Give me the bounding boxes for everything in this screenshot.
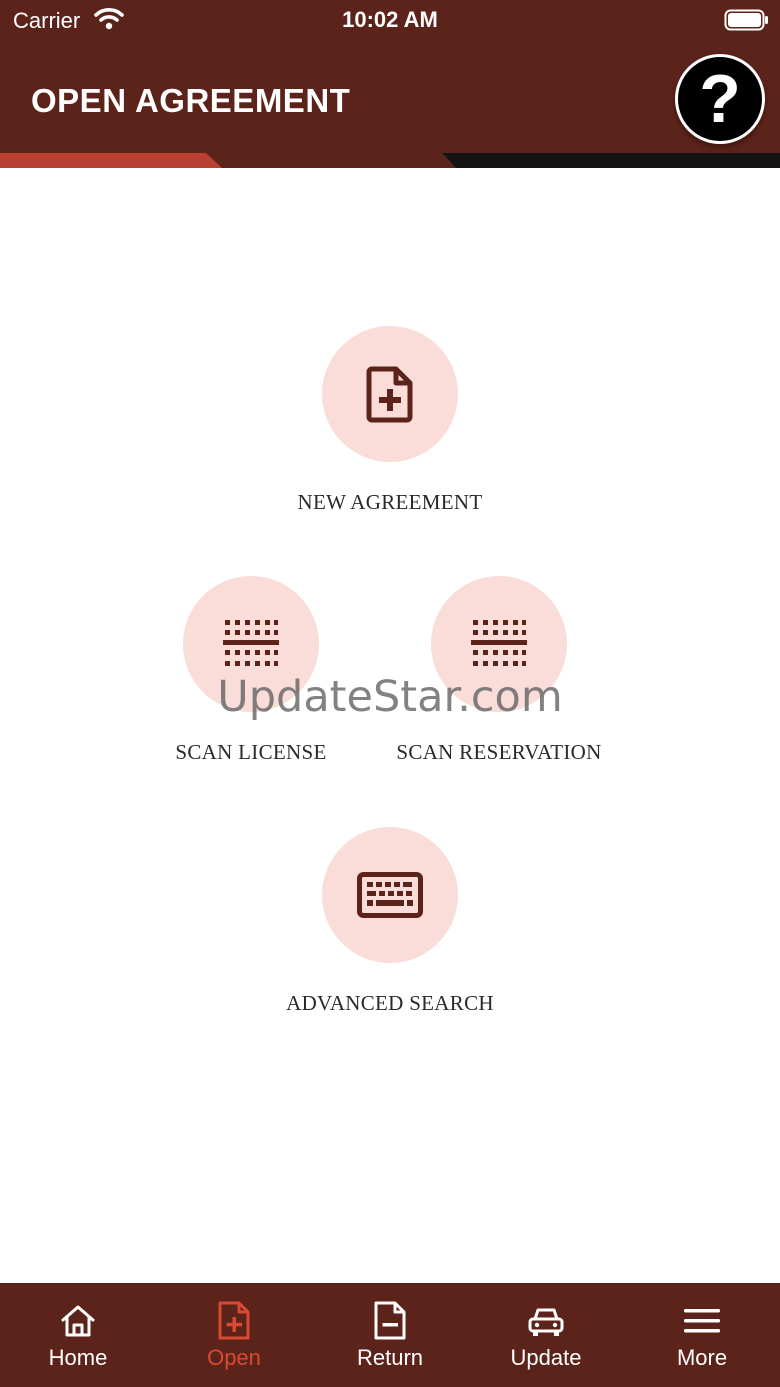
- status-bar: Carrier 10:02 AM: [0, 0, 780, 40]
- battery-icon: [724, 9, 768, 31]
- tab-return[interactable]: Return: [312, 1283, 468, 1387]
- scan-reservation-label: SCAN RESERVATION: [396, 740, 602, 764]
- tab-label: Home: [48, 1345, 108, 1370]
- page-title: OPEN AGREEMENT: [31, 82, 351, 119]
- clock: 10:02 AM: [342, 7, 438, 32]
- header: Carrier 10:02 AM OPEN AGREEMENT ?: [0, 0, 780, 168]
- barcode-scan-icon: [471, 620, 527, 666]
- new-agreement-label: NEW AGREEMENT: [297, 490, 483, 514]
- file-minus-icon: [374, 1301, 406, 1340]
- scan-license-button[interactable]: SCAN LICENSE: [131, 576, 371, 765]
- tab-label: More: [676, 1345, 728, 1370]
- keyboard-icon: [357, 872, 423, 918]
- scan-license-label: SCAN LICENSE: [175, 740, 327, 764]
- advanced-search-label: ADVANCED SEARCH: [286, 991, 494, 1015]
- tab-open[interactable]: Open: [156, 1283, 312, 1387]
- scan-license-icon-circle[interactable]: [183, 576, 319, 712]
- file-plus-icon: [366, 366, 413, 423]
- car-icon: [528, 1308, 564, 1336]
- home-icon: [61, 1305, 95, 1337]
- help-button[interactable]: ?: [675, 54, 765, 144]
- tab-more[interactable]: More: [624, 1283, 780, 1387]
- tab-label: Update: [510, 1345, 582, 1370]
- scan-reservation-icon-circle[interactable]: [431, 576, 567, 712]
- file-plus-icon: [218, 1301, 250, 1340]
- menu-icon: [684, 1309, 720, 1333]
- scan-reservation-button[interactable]: SCAN RESERVATION: [379, 576, 619, 765]
- open-agreement-screen: Carrier 10:02 AM OPEN AGREEMENT ? NEW AG…: [0, 0, 780, 1387]
- barcode-scan-icon: [223, 620, 279, 666]
- tab-label: Open: [207, 1345, 261, 1370]
- advanced-search-icon-circle[interactable]: [322, 827, 458, 963]
- tab-label: Return: [356, 1345, 424, 1370]
- question-mark-icon: ?: [699, 61, 741, 137]
- new-agreement-button[interactable]: NEW AGREEMENT: [240, 326, 540, 515]
- new-agreement-icon-circle[interactable]: [322, 326, 458, 462]
- advanced-search-button[interactable]: ADVANCED SEARCH: [240, 827, 540, 1016]
- tab-update[interactable]: Update: [468, 1283, 624, 1387]
- tab-bar: Home Open Return Update More: [0, 1283, 780, 1387]
- header-accent-stripe: [0, 153, 780, 168]
- tab-home[interactable]: Home: [0, 1283, 156, 1387]
